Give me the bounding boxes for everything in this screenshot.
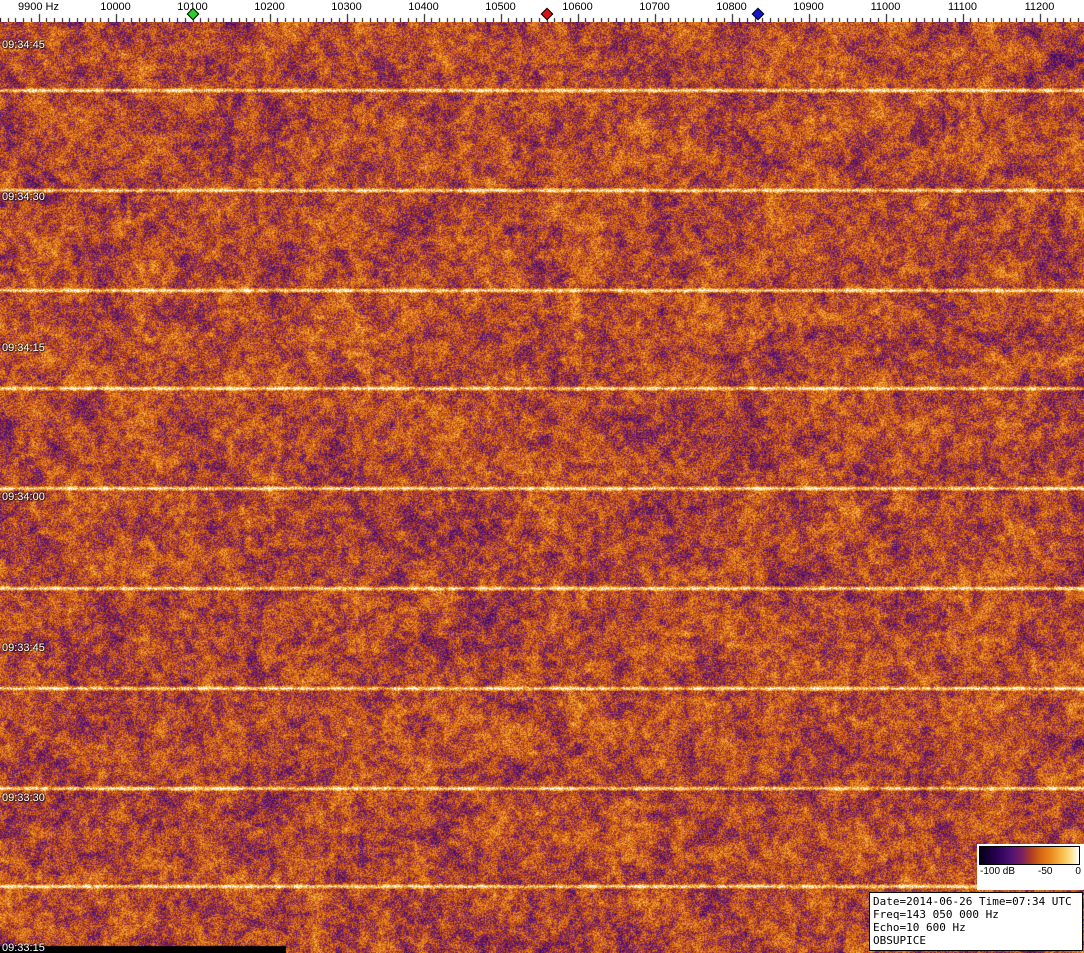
info-freq-line: Freq=143 050 000 Hz xyxy=(873,908,1079,921)
info-date-line: Date=2014-06-26 Time=07:34 UTC xyxy=(873,895,1079,908)
freq-tick-label-11200: 11200 xyxy=(1025,1,1055,13)
time-label-093400: 09:34:00 xyxy=(2,492,45,503)
time-label-093445: 09:34:45 xyxy=(2,40,45,51)
time-label-093430: 09:34:30 xyxy=(2,192,45,203)
freq-tick-label-10400: 10400 xyxy=(408,1,439,13)
freq-tick-label-10600: 10600 xyxy=(562,1,593,13)
freq-tick-label-10200: 10200 xyxy=(254,1,285,13)
colorbar-legend: -100 dB -50 0 xyxy=(977,844,1084,890)
freq-tick-label-10000: 10000 xyxy=(100,1,131,13)
colorbar-gradient xyxy=(980,847,1079,864)
time-label-093345: 09:33:45 xyxy=(2,643,45,654)
freq-tick-label-11100: 11100 xyxy=(948,1,977,13)
colorbar-max-label: 0 xyxy=(1075,866,1081,878)
info-station-line: OBSUPICE xyxy=(873,934,1079,947)
freq-tick-label-10900: 10900 xyxy=(793,1,824,13)
freq-tick-label-10800: 10800 xyxy=(716,1,747,13)
waterfall-canvas[interactable] xyxy=(0,22,1084,953)
freq-tick-label-11000: 11000 xyxy=(871,1,901,13)
spectrogram-window: 9900 Hz100001010010200103001040010500106… xyxy=(0,0,1084,953)
freq-tick-label-10700: 10700 xyxy=(639,1,670,13)
colorbar-mid-label: -50 xyxy=(1038,866,1052,878)
colorbar-labels: -100 dB -50 0 xyxy=(980,866,1081,878)
time-label-093315: 09:33:15 xyxy=(2,943,45,953)
waterfall-display: 09:34:45 09:34:30 09:34:15 09:34:00 09:33:45… xyxy=(0,22,1084,953)
freq-tick-label-10300: 10300 xyxy=(331,1,362,13)
frequency-ruler[interactable]: 9900 Hz100001010010200103001040010500106… xyxy=(0,0,1084,22)
freq-tick-label-9900: 9900 Hz xyxy=(18,1,59,13)
info-echo-line: Echo=10 600 Hz xyxy=(873,921,1079,934)
colorbar-min-label: -100 dB xyxy=(980,866,1015,878)
info-box: Date=2014-06-26 Time=07:34 UTC Freq=143 … xyxy=(869,892,1083,951)
time-label-093415: 09:34:15 xyxy=(2,343,45,354)
time-label-093330: 09:33:30 xyxy=(2,793,45,804)
freq-tick-label-10500: 10500 xyxy=(485,1,516,13)
